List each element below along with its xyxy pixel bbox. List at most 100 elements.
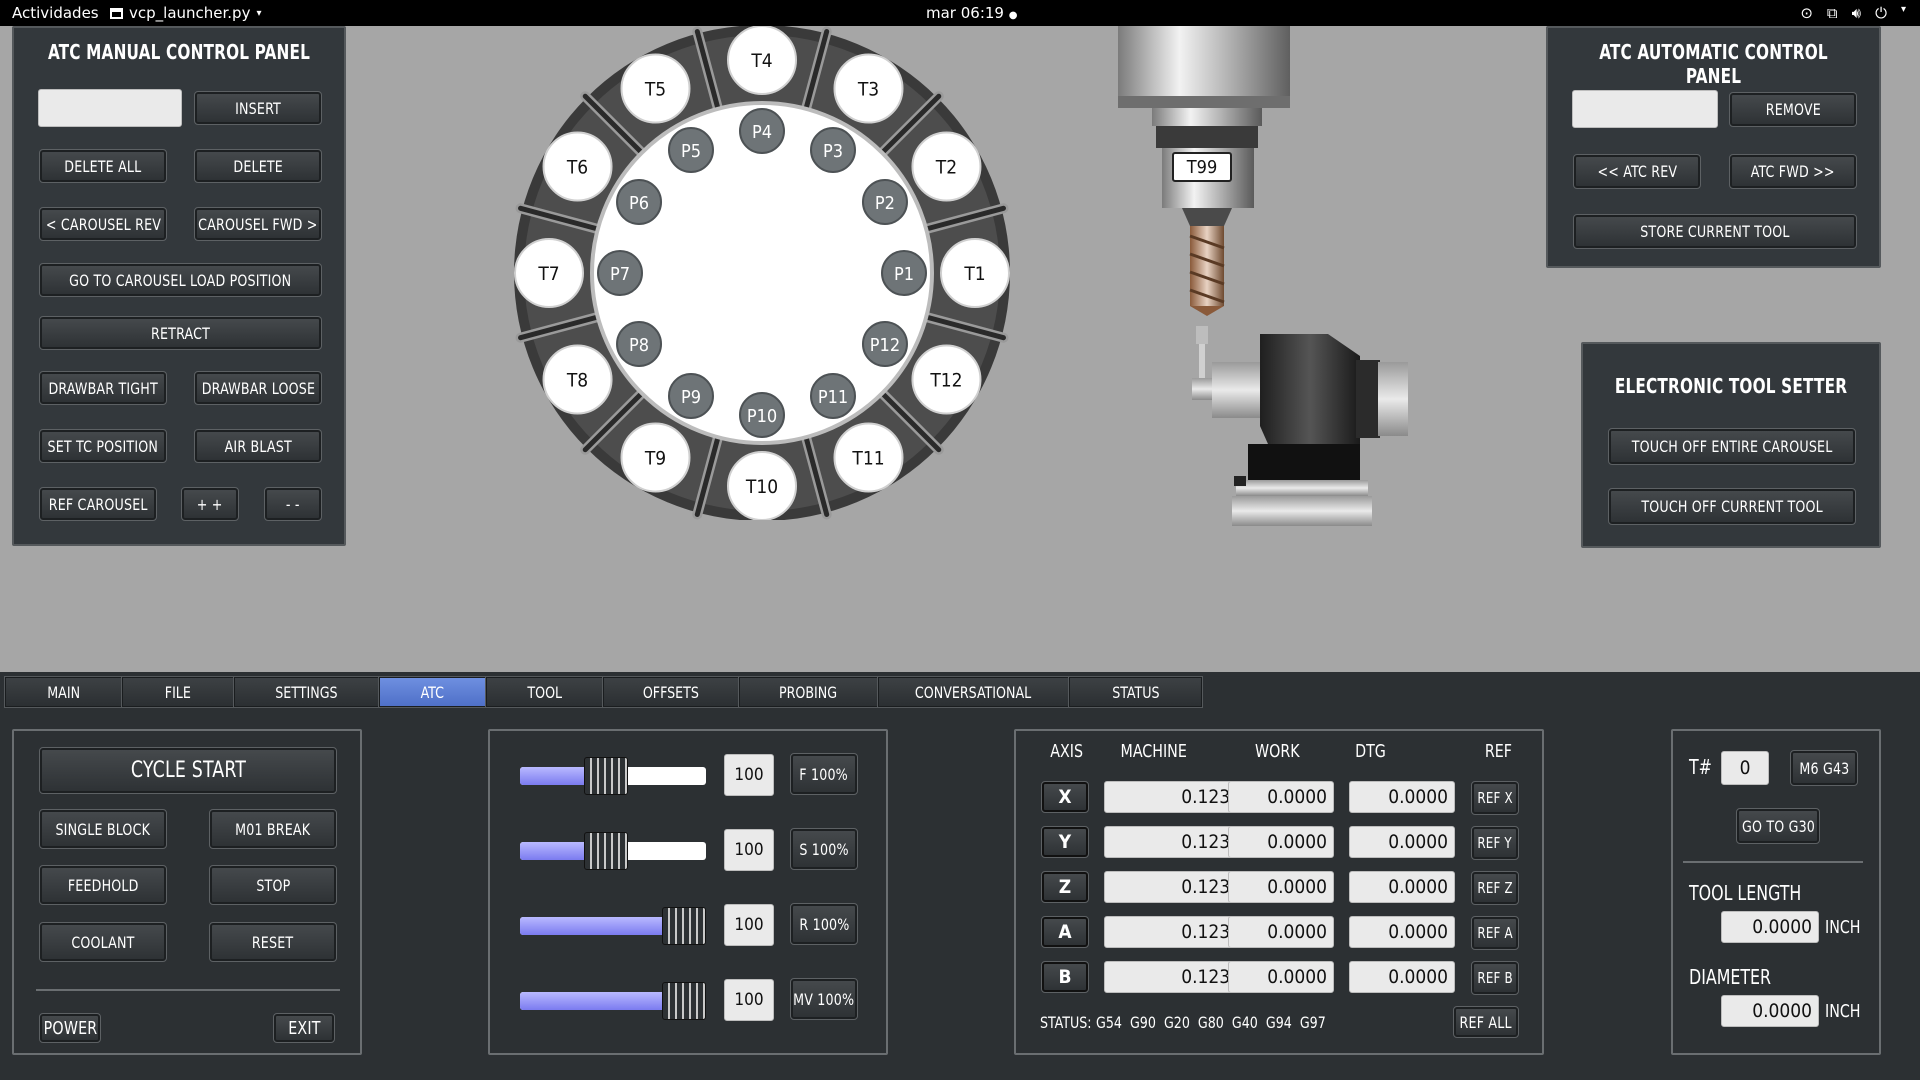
ref-axis-button[interactable]: REF X <box>1471 781 1519 815</box>
axis-button[interactable]: B <box>1041 961 1089 993</box>
override-slider-handle[interactable] <box>584 757 628 795</box>
carousel-rev-button[interactable]: < CAROUSEL REV <box>39 207 167 241</box>
override-slider-handle[interactable] <box>662 907 706 945</box>
work-position-field: 0.0000 <box>1228 916 1334 948</box>
carousel-tool-label: T7 <box>537 263 559 285</box>
diameter-unit: INCH <box>1825 1001 1861 1022</box>
cycle-start-button[interactable]: CYCLE START <box>39 747 337 794</box>
drawbar-loose-button[interactable]: DRAWBAR LOOSE <box>194 371 322 405</box>
header-machine: MACHINE <box>1120 741 1187 762</box>
exit-button[interactable]: EXIT <box>273 1013 335 1043</box>
ref-axis-label: REF B <box>1477 969 1513 987</box>
power-icon[interactable]: ⏻ <box>1875 4 1887 22</box>
tool-number-label: T# <box>1689 755 1712 779</box>
status-label: STATUS: <box>1040 1013 1092 1032</box>
override-reset-button[interactable]: S 100% <box>790 828 858 870</box>
override-slider-fill <box>520 917 672 935</box>
override-slider[interactable] <box>520 832 706 870</box>
tab-probing[interactable]: PROBING <box>738 676 879 708</box>
set-tc-position-button[interactable]: SET TC POSITION <box>39 429 167 463</box>
network-icon[interactable]: ⧉ <box>1827 4 1838 22</box>
drawbar-tight-button[interactable]: DRAWBAR TIGHT <box>39 371 167 405</box>
app-menu[interactable]: vcp_launcher.py ▾ <box>110 4 262 22</box>
tab-bar: MAIN FILE SETTINGS ATC TOOL OFFSETS PROB… <box>4 676 1203 708</box>
ref-axis-button[interactable]: REF Y <box>1471 826 1519 860</box>
clock[interactable]: mar 06:19 ● <box>926 4 1017 22</box>
override-value-field[interactable]: 100 <box>724 979 774 1021</box>
override-slider-handle[interactable] <box>584 832 628 870</box>
reset-button[interactable]: RESET <box>209 922 337 962</box>
override-slider-fill <box>520 992 672 1010</box>
m6-g43-button[interactable]: M6 G43 <box>1790 750 1858 786</box>
tab-conversational[interactable]: CONVERSATIONAL <box>877 676 1070 708</box>
touch-off-entire-carousel-button[interactable]: TOUCH OFF ENTIRE CAROUSEL <box>1608 428 1856 465</box>
carousel-tool-label: T3 <box>857 79 879 101</box>
auto-tool-input[interactable] <box>1572 90 1718 128</box>
tab-offsets[interactable]: OFFSETS <box>602 676 740 708</box>
override-value-field[interactable]: 100 <box>724 904 774 946</box>
jog-minus-button[interactable]: - - <box>264 487 322 521</box>
divider <box>36 989 340 991</box>
override-slider[interactable] <box>520 982 706 1020</box>
carousel-pocket-label: P6 <box>629 193 649 214</box>
manual-tool-input[interactable] <box>38 89 182 127</box>
tab-main[interactable]: MAIN <box>4 676 123 708</box>
delete-button[interactable]: DELETE <box>194 149 322 183</box>
coolant-button[interactable]: COOLANT <box>39 922 167 962</box>
axis-button[interactable]: Z <box>1041 871 1089 903</box>
touch-off-current-tool-button[interactable]: TOUCH OFF CURRENT TOOL <box>1608 488 1856 525</box>
override-slider[interactable] <box>520 757 706 795</box>
remove-button[interactable]: REMOVE <box>1729 92 1857 127</box>
ref-carousel-button[interactable]: REF CAROUSEL <box>39 487 157 521</box>
tab-status[interactable]: STATUS <box>1068 676 1203 708</box>
volume-icon[interactable]: 🔊︎ <box>1852 4 1861 22</box>
tab-atc[interactable]: ATC <box>378 676 487 708</box>
m01-break-button[interactable]: M01 BREAK <box>209 809 337 849</box>
ref-axis-button[interactable]: REF B <box>1471 961 1519 995</box>
accessibility-icon[interactable]: ⊙ <box>1800 4 1813 22</box>
atc-fwd-button[interactable]: ATC FWD >> <box>1729 154 1857 189</box>
carousel-pocket-label: P2 <box>875 193 895 214</box>
ref-axis-button[interactable]: REF A <box>1471 916 1519 950</box>
chevron-down-icon[interactable]: ▾ <box>1901 4 1906 22</box>
override-value-field[interactable]: 100 <box>724 754 774 796</box>
system-top-bar: Actividades vcp_launcher.py ▾ mar 06:19 … <box>0 0 1920 26</box>
power-button[interactable]: POWER <box>39 1013 101 1043</box>
override-slider-handle[interactable] <box>662 982 706 1020</box>
axis-button[interactable]: Y <box>1041 826 1089 858</box>
tool-number-field[interactable]: 0 <box>1721 751 1769 785</box>
override-reset-button[interactable]: MV 100% <box>790 978 858 1020</box>
carousel-pocket-label: P7 <box>610 264 630 285</box>
work-position-field: 0.0000 <box>1228 871 1334 903</box>
axis-button[interactable]: A <box>1041 916 1089 948</box>
override-reset-button[interactable]: R 100% <box>790 903 858 945</box>
insert-button[interactable]: INSERT <box>194 91 322 125</box>
activities-button[interactable]: Actividades <box>12 4 99 22</box>
diameter-field[interactable]: 0.0000 <box>1721 995 1819 1027</box>
tool-length-field[interactable]: 0.0000 <box>1721 911 1819 943</box>
go-to-g30-button[interactable]: GO TO G30 <box>1736 808 1820 844</box>
jog-plus-button[interactable]: + + <box>181 487 239 521</box>
override-value-field[interactable]: 100 <box>724 829 774 871</box>
retract-button[interactable]: RETRACT <box>39 316 322 350</box>
stop-button[interactable]: STOP <box>209 865 337 905</box>
store-current-tool-button[interactable]: STORE CURRENT TOOL <box>1573 214 1857 249</box>
system-tray[interactable]: ⊙ ⧉ 🔊︎ ⏻ ▾ <box>1800 4 1906 22</box>
single-block-button[interactable]: SINGLE BLOCK <box>39 809 167 849</box>
tab-settings[interactable]: SETTINGS <box>233 676 380 708</box>
atc-rev-button[interactable]: << ATC REV <box>1573 154 1701 189</box>
override-slider[interactable] <box>520 907 706 945</box>
panel-title: ELECTRONIC TOOL SETTER <box>1614 374 1848 398</box>
axis-button[interactable]: X <box>1041 781 1089 813</box>
delete-all-button[interactable]: DELETE ALL <box>39 149 167 183</box>
override-reset-button[interactable]: F 100% <box>790 753 858 795</box>
feedhold-button[interactable]: FEEDHOLD <box>39 865 167 905</box>
air-blast-button[interactable]: AIR BLAST <box>194 429 322 463</box>
tab-tool[interactable]: TOOL <box>485 676 604 708</box>
ref-all-button[interactable]: REF ALL <box>1453 1006 1519 1038</box>
carousel-fwd-button[interactable]: CAROUSEL FWD > <box>194 207 322 241</box>
ref-axis-button[interactable]: REF Z <box>1471 871 1519 905</box>
go-to-carousel-load-position-button[interactable]: GO TO CAROUSEL LOAD POSITION <box>39 263 322 297</box>
distance-to-go-field: 0.0000 <box>1349 781 1455 813</box>
tab-file[interactable]: FILE <box>121 676 235 708</box>
